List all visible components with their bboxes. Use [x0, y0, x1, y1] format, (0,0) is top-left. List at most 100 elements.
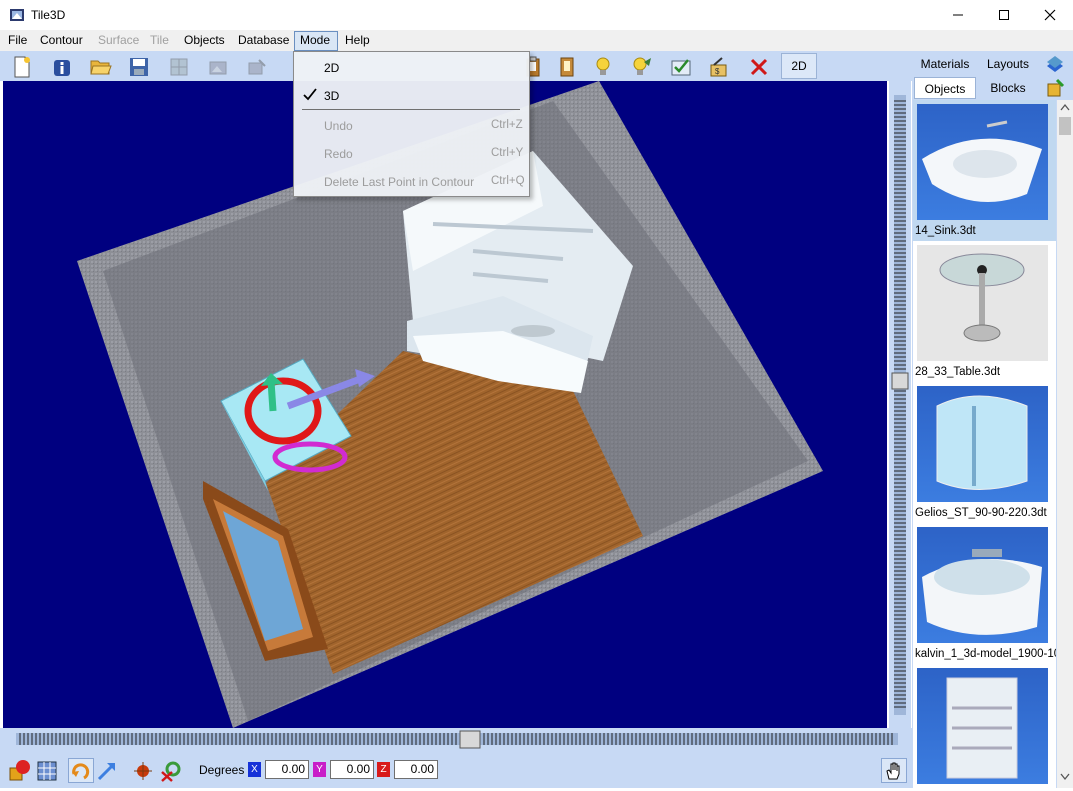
bottom-toolbar: [0, 752, 912, 788]
calculate-button[interactable]: $: [706, 54, 732, 79]
delete-x-icon: [750, 58, 768, 75]
save-icon: [130, 57, 148, 76]
menu-item-undo[interactable]: Undo: [324, 119, 353, 133]
pan-hand-button[interactable]: [881, 758, 907, 783]
list-item[interactable]: 14_Sink.3dt: [913, 100, 1056, 241]
close-button[interactable]: [1027, 0, 1073, 30]
scroll-up-icon: [1060, 103, 1070, 111]
mode-2d-button[interactable]: 2D: [781, 53, 817, 79]
import-object-icon[interactable]: [1045, 78, 1065, 98]
layout-grid-button[interactable]: [34, 758, 60, 783]
tab-materials[interactable]: Materials: [914, 54, 976, 74]
minimize-icon: [953, 14, 963, 16]
list-item[interactable]: 28_33_Table.3dt: [913, 241, 1056, 382]
open-button[interactable]: [88, 54, 114, 79]
undo-shortcut: Ctrl+Z: [491, 119, 523, 131]
scroll-thumb: [1059, 117, 1071, 135]
remove-point-button[interactable]: [158, 758, 184, 783]
open-folder-icon: [90, 60, 112, 74]
close-icon: [1044, 9, 1056, 21]
x-degrees-field[interactable]: 0.00: [265, 760, 309, 779]
list-item[interactable]: [913, 664, 1056, 788]
move-arrow-icon: [97, 762, 115, 780]
minimize-button[interactable]: [935, 0, 981, 30]
move-button[interactable]: [94, 758, 120, 783]
app-icon: [10, 9, 24, 21]
check-icon: [303, 88, 317, 101]
menu-objects[interactable]: Objects: [184, 33, 225, 48]
image-button[interactable]: [205, 54, 231, 79]
z-degrees-field[interactable]: 0.00: [394, 760, 438, 779]
vertical-rotation-slider[interactable]: [889, 81, 911, 728]
menu-item-delete-last-point[interactable]: Delete Last Point in Contour: [324, 175, 474, 189]
light-bulb-icon: [596, 57, 610, 75]
shelf-thumbnail: [917, 668, 1048, 784]
check-list-button[interactable]: [668, 54, 694, 79]
app-window: Tile3D File Contour Surface Tile Objects…: [0, 0, 1073, 788]
checklist-icon: [671, 58, 691, 75]
point-icon: [134, 761, 152, 780]
horizontal-slider-track: [16, 730, 898, 749]
horizontal-rotation-slider[interactable]: [0, 728, 912, 752]
tab-blocks[interactable]: Blocks: [978, 77, 1038, 99]
maximize-icon: [999, 10, 1009, 20]
rotate-button[interactable]: [68, 758, 94, 783]
maximize-button[interactable]: [981, 0, 1027, 30]
menu-separator: [302, 109, 520, 110]
thumbnail-caption: kalvin_1_3d-model_1900-105: [915, 648, 1056, 660]
thumbnail-caption: 28_33_Table.3dt: [915, 366, 1001, 378]
vertical-slider-track: [891, 95, 909, 715]
light-settings-button[interactable]: [629, 54, 655, 79]
grid-icon: [170, 58, 188, 75]
degrees-label: Degrees: [199, 763, 245, 777]
z-axis-badge: Z: [377, 762, 390, 777]
sink-thumbnail: [917, 104, 1048, 220]
light-settings-icon: [633, 57, 651, 75]
y-axis-badge: Y: [313, 762, 326, 777]
calculator-icon: $: [710, 56, 727, 76]
3d-objects-button[interactable]: [7, 758, 33, 783]
menu-item-2d[interactable]: 2D: [324, 61, 339, 75]
new-button[interactable]: [9, 54, 35, 79]
grid-button[interactable]: [166, 54, 192, 79]
new-file-icon: [14, 56, 30, 77]
delete-last-point-shortcut: Ctrl+Q: [491, 175, 525, 187]
menu-item-redo[interactable]: Redo: [324, 147, 353, 161]
mode-dropdown-menu: 2D 3D Undo Ctrl+Z Redo Ctrl+Y Delete Las…: [293, 51, 530, 197]
save-button[interactable]: [126, 54, 152, 79]
info-button[interactable]: [49, 54, 75, 79]
grid-layout-icon: [37, 761, 57, 780]
edit-image-button[interactable]: [244, 54, 270, 79]
menu-surface[interactable]: Surface: [98, 33, 139, 48]
light-button[interactable]: [590, 54, 616, 79]
scroll-down-icon: [1060, 773, 1070, 781]
delete-button[interactable]: [746, 54, 772, 79]
object-thumbnail-list: 14_Sink.3dt 28_33_Table.3dt Gelios_ST_90…: [913, 100, 1056, 788]
horizontal-slider-thumb: [459, 730, 481, 749]
vertical-slider-thumb: [891, 372, 909, 390]
menu-contour[interactable]: Contour: [40, 33, 83, 48]
menu-item-3d[interactable]: 3D: [324, 89, 339, 103]
redo-shortcut: Ctrl+Y: [491, 147, 524, 159]
tab-objects[interactable]: Objects: [914, 77, 976, 99]
thumbnail-caption: 14_Sink.3dt: [915, 225, 976, 237]
window-title: Tile3D: [31, 8, 66, 22]
notes-button[interactable]: [554, 54, 580, 79]
image-icon: [209, 61, 227, 74]
list-item[interactable]: kalvin_1_3d-model_1900-105: [913, 523, 1056, 664]
menu-tile[interactable]: Tile: [150, 33, 169, 48]
edit-image-icon: [248, 58, 266, 74]
menu-mode[interactable]: Mode: [300, 33, 330, 48]
thumbnail-caption: Gelios_ST_90-90-220.3dt: [915, 507, 1047, 519]
y-degrees-field[interactable]: 0.00: [330, 760, 374, 779]
list-item[interactable]: Gelios_ST_90-90-220.3dt: [913, 382, 1056, 523]
menu-help[interactable]: Help: [345, 33, 370, 48]
layers-icon[interactable]: [1045, 54, 1065, 74]
add-point-button[interactable]: [130, 758, 156, 783]
menu-database[interactable]: Database: [238, 33, 289, 48]
svg-text:$: $: [715, 67, 720, 76]
menu-file[interactable]: File: [8, 33, 27, 48]
tab-layouts[interactable]: Layouts: [978, 54, 1038, 74]
notes-icon: [560, 57, 574, 76]
library-scrollbar[interactable]: [1057, 100, 1073, 788]
